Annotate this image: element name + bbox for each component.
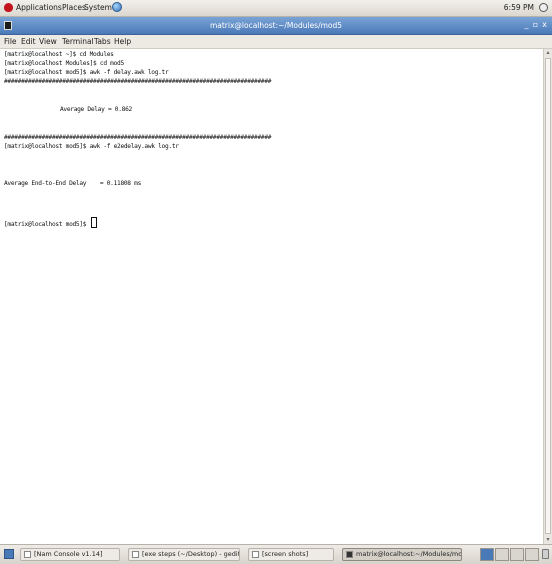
taskbar-item-nam-console[interactable]: [Nam Console v1.14]	[20, 548, 120, 561]
menu-help[interactable]: Help	[114, 37, 131, 46]
menu-tabs[interactable]: Tabs	[94, 37, 111, 46]
terminal-prompt: [matrix@localhost mod5]$	[4, 221, 90, 228]
menu-view[interactable]: View	[39, 37, 57, 46]
terminal-line: [matrix@localhost mod5]$ awk -f e2edelay…	[4, 143, 179, 150]
terminal-icon	[346, 551, 353, 558]
fedora-icon[interactable]	[4, 3, 13, 12]
taskbar-item-gedit[interactable]: [exe steps (~/Desktop) - gedit]	[128, 548, 240, 561]
close-button[interactable]: x	[541, 21, 548, 29]
top-panel: Applications Places System 6:59 PM	[0, 0, 552, 17]
text-cursor	[90, 217, 97, 228]
terminal-line: [matrix@localhost Modules]$ cd mod5	[4, 60, 124, 67]
window-icon	[24, 551, 31, 558]
task-label: [Nam Console v1.14]	[34, 550, 103, 558]
menu-file[interactable]: File	[4, 37, 17, 46]
menu-edit[interactable]: Edit	[21, 37, 36, 46]
clock[interactable]: 6:59 PM	[504, 3, 534, 12]
scroll-down-arrow-icon[interactable]: ▾	[545, 537, 551, 543]
terminal-line: Average Delay = 0.862	[60, 106, 132, 113]
menu-terminal[interactable]: Terminal	[62, 37, 94, 46]
scroll-thumb[interactable]	[545, 58, 551, 534]
scroll-up-arrow-icon[interactable]: ▴	[545, 50, 551, 56]
show-desktop-icon[interactable]	[4, 549, 14, 559]
system-menu[interactable]: System	[84, 3, 112, 12]
terminal-output[interactable]: [matrix@localhost ~]$ cd Modules [matrix…	[0, 49, 543, 544]
vertical-scrollbar[interactable]: ▴ ▾	[543, 49, 552, 544]
task-label: [screen shots]	[262, 550, 309, 558]
terminal-line: [matrix@localhost ~]$ cd Modules	[4, 51, 114, 58]
task-label: matrix@localhost:~/Modules/mod5	[356, 550, 462, 558]
globe-icon[interactable]	[112, 2, 122, 12]
maximize-button[interactable]: ▫	[532, 21, 539, 29]
places-menu[interactable]: Places	[62, 3, 86, 12]
taskbar-item-terminal[interactable]: matrix@localhost:~/Modules/mod5	[342, 548, 462, 561]
terminal-line: [matrix@localhost mod5]$ awk -f delay.aw…	[4, 69, 169, 76]
bottom-panel: [Nam Console v1.14] [exe steps (~/Deskto…	[0, 544, 552, 564]
trash-icon[interactable]	[542, 549, 549, 559]
task-label: [exe steps (~/Desktop) - gedit]	[142, 550, 240, 558]
terminal-separator: ########################################…	[4, 134, 272, 141]
applications-menu[interactable]: Applications	[16, 3, 62, 12]
workspace-1[interactable]	[480, 548, 494, 561]
terminal-prompt-line: [matrix@localhost mod5]$	[4, 217, 97, 228]
workspace-4[interactable]	[525, 548, 539, 561]
terminal-separator: ########################################…	[4, 78, 272, 85]
terminal-line: Average End-to-End Delay = 0.11808 ms	[4, 180, 142, 187]
menu-bar: File Edit View Terminal Tabs Help	[0, 35, 552, 49]
workspace-3[interactable]	[510, 548, 524, 561]
taskbar-item-screen-shots[interactable]: [screen shots]	[248, 548, 334, 561]
volume-icon[interactable]	[539, 3, 548, 12]
window-title-bar[interactable]: matrix@localhost:~/Modules/mod5 _ ▫ x	[0, 17, 552, 35]
folder-icon	[252, 551, 259, 558]
window-title: matrix@localhost:~/Modules/mod5	[209, 21, 343, 30]
gedit-icon	[132, 551, 139, 558]
minimize-button[interactable]: _	[523, 21, 530, 29]
workspace-2[interactable]	[495, 548, 509, 561]
